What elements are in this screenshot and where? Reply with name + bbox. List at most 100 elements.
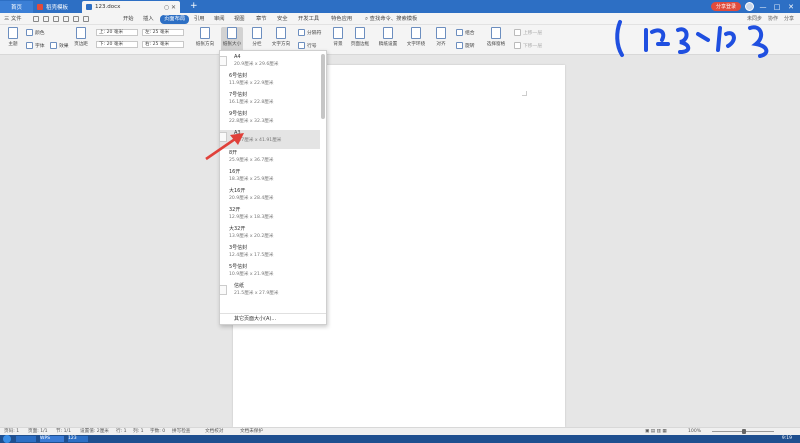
tab-page-layout[interactable]: 页面布局	[160, 15, 190, 24]
page-corner-mark	[522, 91, 527, 96]
taskbar-clock: 9:19	[781, 436, 792, 441]
tab-document[interactable]: 123.docx ○ ✕	[82, 1, 180, 13]
effects-button[interactable]: 效果	[50, 42, 69, 49]
paper-size-dimensions: 20.9厘米 x 28.4厘米	[229, 195, 274, 201]
paper-size-option[interactable]: 7号信封 16.1厘米 x 22.8厘米	[220, 92, 320, 111]
line-numbers-button[interactable]: 行号	[298, 42, 317, 49]
paper-size-dropdown: A4 20.9厘米 x 29.6厘米 6号信封 11.9厘米 x 22.9厘米 7号信封…	[219, 50, 327, 325]
undo-icon[interactable]	[73, 16, 79, 22]
text-wrap-label: 文字环绕	[406, 42, 426, 47]
tab-document-label: 123.docx	[95, 4, 121, 10]
paper-size-option[interactable]: 大16开 20.9厘米 x 28.4厘米	[220, 188, 320, 207]
paper-size-name: 16开	[229, 168, 241, 175]
line-numbers-icon	[298, 42, 305, 49]
colors-button[interactable]: 颜色	[26, 29, 45, 36]
scribble-stroke	[748, 25, 769, 58]
paper-size-option[interactable]: 信纸 21.5厘米 x 27.9厘米	[219, 283, 320, 302]
dropdown-scrollbar[interactable]	[321, 54, 325, 119]
page-margin-button[interactable]: 页边距	[70, 27, 92, 53]
select-pane-icon	[491, 27, 501, 39]
arrow-shaft	[205, 135, 239, 161]
file-menu[interactable]: 三 文件	[4, 15, 22, 24]
new-tab-button[interactable]: +	[190, 1, 198, 12]
scribble-stroke	[644, 28, 670, 52]
save-icon[interactable]	[33, 16, 39, 22]
paper-size-option[interactable]: 6号信封 11.9厘米 x 22.9厘米	[220, 73, 320, 92]
paper-size-option[interactable]: A4 20.9厘米 x 29.6厘米	[219, 54, 320, 73]
orientation-button[interactable]: 纸张方向	[194, 27, 216, 53]
tab-home[interactable]: 首页	[0, 1, 33, 13]
print-icon[interactable]	[53, 16, 59, 22]
theme-button[interactable]: 主题	[2, 27, 24, 53]
text-wrap-icon	[411, 27, 421, 39]
preview-icon[interactable]	[63, 16, 69, 22]
taskbar: WPS 123 9:19	[0, 435, 800, 443]
group-button[interactable]: 组合	[456, 29, 475, 36]
tab-review[interactable]: 审阅	[214, 15, 225, 24]
scribble-stroke	[615, 20, 624, 57]
red-arrow-annotation	[205, 133, 244, 161]
paper-size-dimensions: 20.9厘米 x 29.6厘米	[234, 62, 279, 67]
margin-bottom-field[interactable]: 下: 20 毫米	[96, 41, 138, 48]
line-numbers-label: 行号	[307, 44, 317, 49]
paper-size-name: 7号信封	[229, 92, 248, 99]
page-border-button[interactable]: 页面边框	[349, 27, 371, 53]
bring-forward-button[interactable]: 上移一层	[514, 29, 542, 36]
select-pane-button[interactable]: 选择窗格	[482, 27, 510, 53]
more-page-sizes-item[interactable]: 其它页面大小(A)...	[220, 313, 326, 324]
taskbar-item-0[interactable]	[16, 436, 36, 442]
text-direction-icon	[276, 27, 286, 39]
bring-forward-icon	[514, 29, 521, 36]
send-backward-button[interactable]: 下移一层	[514, 42, 542, 49]
paper-size-name: 9号信封	[229, 111, 248, 118]
tab-developer[interactable]: 开发工具	[298, 15, 319, 24]
text-direction-label: 文字方向	[271, 42, 291, 47]
margin-top-field[interactable]: 上: 20 毫米	[96, 29, 138, 36]
tab-security[interactable]: 安全	[277, 15, 288, 24]
open-icon[interactable]	[43, 16, 49, 22]
send-backward-label: 下移一层	[523, 44, 543, 49]
margin-left-field[interactable]: 左: 25 毫米	[142, 29, 184, 36]
paper-size-option[interactable]: 3号信封 12.4厘米 x 17.5厘米	[220, 245, 320, 264]
tab-docer[interactable]: 稻壳模板	[33, 1, 75, 13]
paper-size-option[interactable]: 32开 12.9厘米 x 18.3厘米	[220, 207, 320, 226]
align-label: 对齐	[436, 42, 446, 47]
manuscript-button[interactable]: 稿纸设置	[377, 27, 399, 53]
margin-right-field[interactable]: 右: 25 毫米	[142, 41, 184, 48]
paper-size-name: 5号信封	[229, 264, 248, 271]
tab-references[interactable]: 引用	[194, 15, 205, 24]
windows-start-icon[interactable]	[3, 435, 11, 443]
paper-size-dimensions: 10.9厘米 x 21.9厘米	[229, 272, 274, 278]
paper-size-option[interactable]: 16开 18.3厘米 x 25.9厘米	[220, 169, 320, 188]
rotate-button[interactable]: 旋转	[456, 42, 475, 49]
tab-view[interactable]: 视图	[234, 15, 245, 24]
handwritten-scribble	[615, 20, 769, 58]
command-search-label: 查找命令、搜索模板	[369, 16, 418, 22]
taskbar-item-wps[interactable]: WPS	[40, 436, 64, 442]
paper-size-option[interactable]: 5号信封 10.9厘米 x 21.9厘米	[220, 264, 320, 283]
tab-chapter[interactable]: 章节	[256, 15, 267, 24]
paper-size-option[interactable]: 大32开 13.9厘米 x 20.2厘米	[220, 226, 320, 245]
paper-size-name: 32开	[229, 206, 241, 213]
manuscript-icon	[383, 27, 393, 39]
scribble-stroke	[676, 27, 710, 54]
font-button[interactable]: 字体	[26, 42, 45, 49]
page-thumbnail-icon	[219, 285, 227, 296]
theme-label: 主题	[8, 42, 18, 47]
align-button[interactable]: 对齐	[430, 27, 452, 53]
paper-size-dimensions: 12.4厘米 x 17.5厘米	[229, 253, 274, 258]
zoom-slider-handle[interactable]	[742, 429, 746, 434]
rotate-label: 旋转	[465, 44, 475, 49]
taskbar-item-doc[interactable]: 123	[68, 436, 88, 442]
text-wrap-button[interactable]: 文字环绕	[405, 27, 427, 53]
page-border-icon	[355, 27, 365, 39]
separators-button[interactable]: 分隔符	[298, 29, 321, 36]
redo-icon[interactable]	[83, 16, 89, 22]
tab-special[interactable]: 特色应用	[331, 15, 352, 24]
command-search[interactable]: ⌕ 查找命令、搜索模板	[365, 15, 417, 24]
background-button[interactable]: 背景	[327, 27, 349, 53]
tab-start[interactable]: 开始	[123, 15, 134, 24]
tab-insert[interactable]: 插入	[143, 15, 154, 24]
close-tab-icon[interactable]: ○ ✕	[164, 4, 176, 11]
paper-size-name: 大16开	[229, 187, 246, 194]
